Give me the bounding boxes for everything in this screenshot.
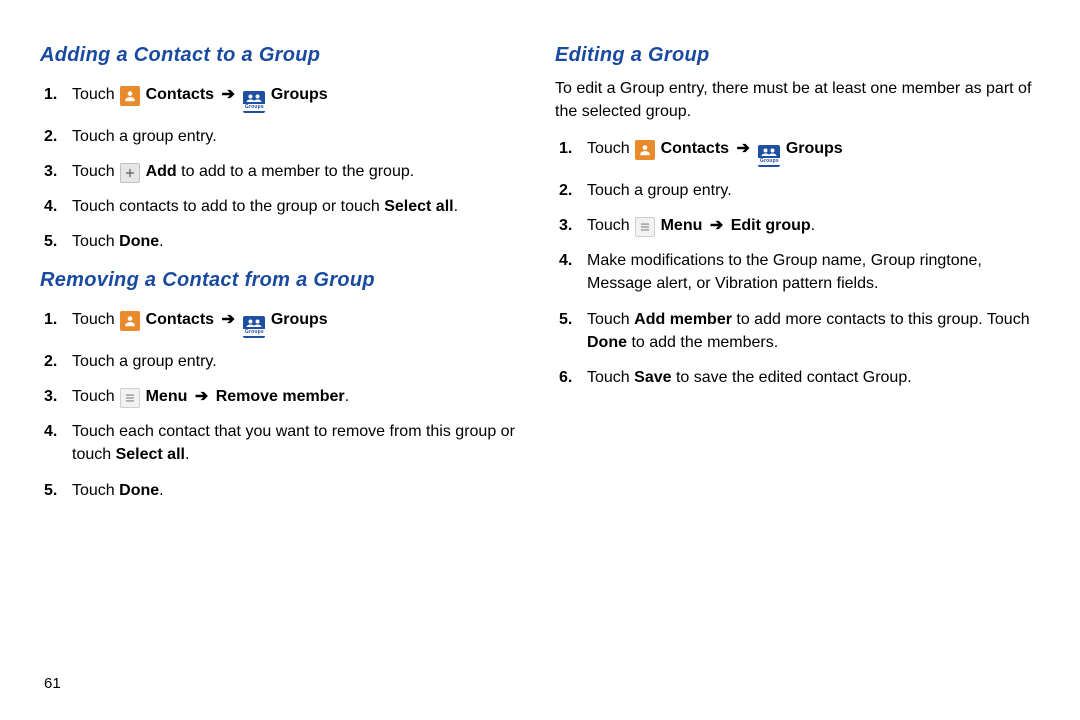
contacts-label: Contacts (146, 311, 214, 328)
list-item: Touch Save to save the edited contact Gr… (581, 360, 1050, 395)
text: . (454, 198, 458, 215)
list-item: Touch a group entry. (66, 119, 535, 154)
list-item: Make modifications to the Group name, Gr… (581, 243, 1050, 301)
list-item: Touch Contacts ➔ Groups Groups (581, 131, 1050, 173)
text: Touch (72, 163, 119, 180)
list-item: Touch Menu ➔ Edit group. (581, 208, 1050, 243)
bold: Done (119, 482, 159, 499)
groups-label: Groups (271, 311, 328, 328)
groups-label: Groups (271, 86, 328, 103)
arrow-icon: ➔ (734, 140, 753, 157)
heading-removing: Removing a Contact from a Group (40, 269, 535, 292)
intro-text: To edit a Group entry, there must be at … (555, 77, 1050, 123)
groups-icon: Groups (243, 91, 265, 113)
contacts-label: Contacts (146, 86, 214, 103)
groups-icon: Groups (243, 316, 265, 338)
left-column: Adding a Contact to a Group Touch Contac… (40, 40, 535, 700)
contact-icon (635, 140, 655, 160)
bold: Remove member (216, 388, 345, 405)
bold: Save (634, 369, 671, 386)
arrow-icon: ➔ (192, 388, 211, 405)
bold: Edit group (731, 217, 811, 234)
text: to save the edited contact Group. (672, 369, 912, 386)
groups-mini-label: Groups (758, 158, 780, 165)
text: Touch (72, 482, 119, 499)
list-item: Touch a group entry. (581, 173, 1050, 208)
list-item: Touch Contacts ➔ Groups Groups (66, 302, 535, 344)
steps-adding: Touch Contacts ➔ Groups Groups Touch a g… (40, 77, 535, 259)
arrow-icon: ➔ (219, 311, 238, 328)
text: Touch (72, 86, 119, 103)
menu-icon (635, 217, 655, 237)
contacts-label: Contacts (661, 140, 729, 157)
list-item: Touch Done. (66, 473, 535, 508)
menu-icon (120, 388, 140, 408)
list-item: Touch Add to add to a member to the grou… (66, 154, 535, 189)
steps-editing: Touch Contacts ➔ Groups Groups Touch a g… (555, 131, 1050, 395)
text: . (345, 388, 349, 405)
text: . (185, 446, 189, 463)
page-number: 61 (44, 675, 61, 692)
groups-label: Groups (786, 140, 843, 157)
list-item: Touch a group entry. (66, 344, 535, 379)
manual-page: Adding a Contact to a Group Touch Contac… (0, 0, 1080, 720)
bold: Select all (116, 446, 185, 463)
text: to add to a member to the group. (181, 163, 414, 180)
groups-mini-label: Groups (243, 329, 265, 336)
plus-icon (120, 163, 140, 183)
bold: Done (587, 334, 627, 351)
text: . (811, 217, 815, 234)
text: Touch (72, 233, 119, 250)
text: Touch (587, 140, 634, 157)
heading-editing: Editing a Group (555, 44, 1050, 67)
contact-icon (120, 311, 140, 331)
steps-removing: Touch Contacts ➔ Groups Groups Touch a g… (40, 302, 535, 507)
text: Touch (587, 311, 634, 328)
groups-icon: Groups (758, 145, 780, 167)
text: Touch contacts to add to the group or to… (72, 198, 384, 215)
bold: Add member (634, 311, 732, 328)
text: Touch (587, 217, 634, 234)
text: . (159, 233, 163, 250)
text: Touch (72, 388, 119, 405)
text: Touch (72, 311, 119, 328)
list-item: Touch Add member to add more contacts to… (581, 302, 1050, 360)
right-column: Editing a Group To edit a Group entry, t… (555, 40, 1050, 700)
groups-mini-label: Groups (243, 104, 265, 111)
list-item: Touch Done. (66, 224, 535, 259)
arrow-icon: ➔ (219, 86, 238, 103)
list-item: Touch Contacts ➔ Groups Groups (66, 77, 535, 119)
list-item: Touch Menu ➔ Remove member. (66, 379, 535, 414)
bold: Select all (384, 198, 453, 215)
contact-icon (120, 86, 140, 106)
text: to add more contacts to this group. Touc… (732, 311, 1030, 328)
menu-label: Menu (146, 388, 188, 405)
text: Touch (587, 369, 634, 386)
list-item: Touch each contact that you want to remo… (66, 414, 535, 472)
add-label: Add (146, 163, 177, 180)
bold: Done (119, 233, 159, 250)
list-item: Touch contacts to add to the group or to… (66, 189, 535, 224)
text: to add the members. (627, 334, 778, 351)
heading-adding: Adding a Contact to a Group (40, 44, 535, 67)
text: . (159, 482, 163, 499)
arrow-icon: ➔ (707, 217, 726, 234)
menu-label: Menu (661, 217, 703, 234)
